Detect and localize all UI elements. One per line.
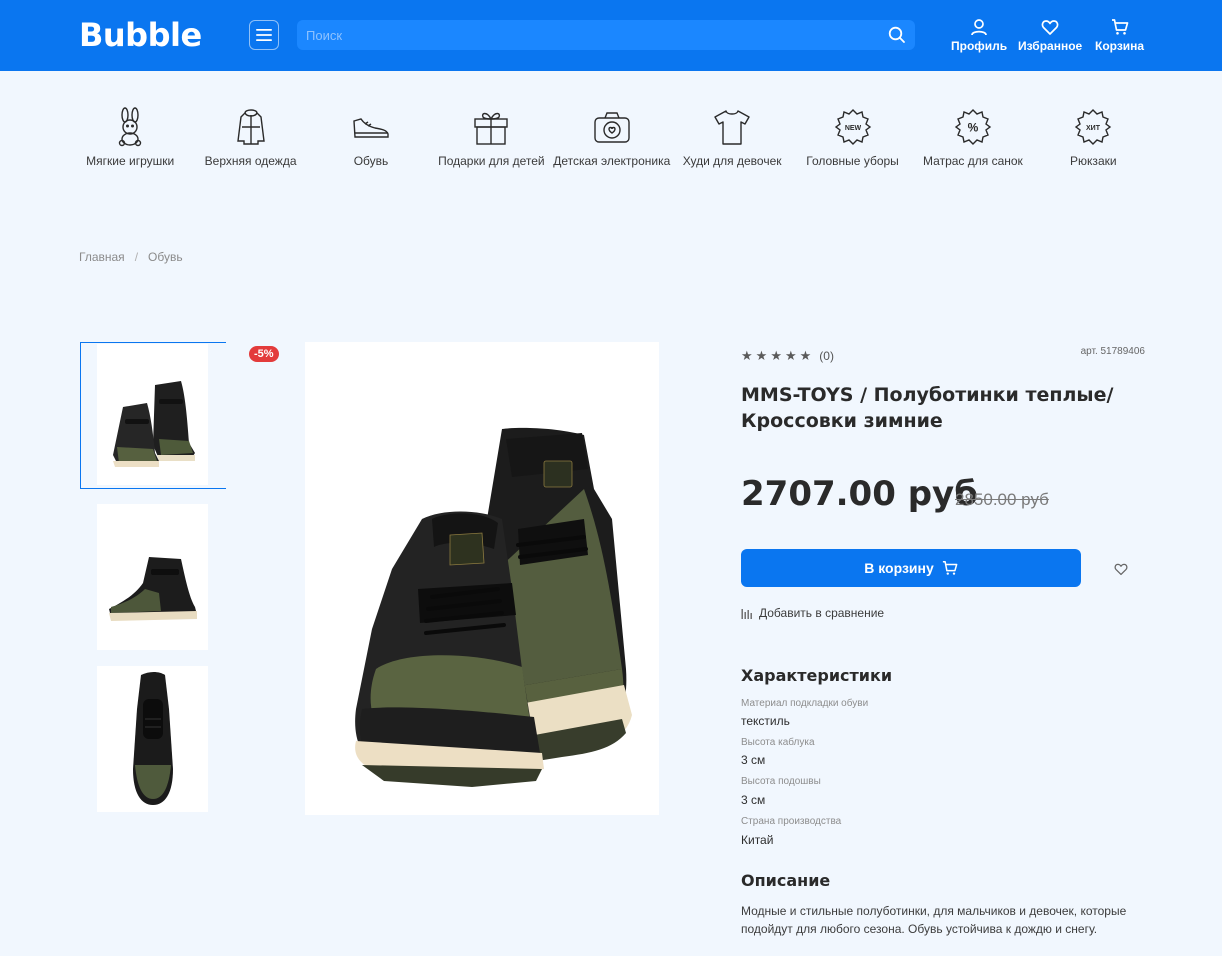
favorites-label: Избранное <box>1018 39 1083 53</box>
shoe-photo-top <box>132 672 173 805</box>
breadcrumb-home[interactable]: Главная <box>79 250 125 264</box>
rating[interactable]: ★ ★ ★ ★ ★ (0) <box>741 348 834 364</box>
profile-label: Профиль <box>951 39 1008 53</box>
svg-text:NEW: NEW <box>844 125 861 132</box>
cart-link[interactable]: Корзина <box>1095 18 1144 53</box>
user-icon <box>971 19 987 36</box>
star-icon: ★ <box>784 348 797 363</box>
search-input[interactable] <box>297 20 877 50</box>
category-outerwear[interactable]: Верхняя одежда <box>190 105 310 168</box>
add-to-cart-label: В корзину <box>864 560 934 576</box>
hit-badge-icon: ХИТ <box>1075 109 1112 145</box>
category-label: Верхняя одежда <box>204 154 297 168</box>
search-bar <box>297 20 915 50</box>
thumbnail-1[interactable] <box>97 344 208 485</box>
category-label: Подарки для детей <box>438 154 545 168</box>
sneaker-icon <box>353 118 389 138</box>
new-badge-icon: NEW <box>834 109 871 145</box>
hamburger-icon <box>256 29 272 41</box>
category-hoodies[interactable]: Худи для девочек <box>672 105 792 168</box>
category-strip: Мягкие игрушки Верхняя одежда Обувь Пода… <box>70 105 1154 168</box>
menu-button[interactable] <box>249 20 279 50</box>
category-gifts[interactable]: Подарки для детей <box>431 105 551 168</box>
category-electronics[interactable]: Детская электроника <box>552 105 672 168</box>
profile-link[interactable]: Профиль <box>951 18 1007 53</box>
star-icon: ★ <box>755 348 768 363</box>
add-to-compare-link[interactable]: Добавить в сравнение <box>741 606 884 620</box>
description-text: Модные и стильные полуботинки, для мальч… <box>741 904 1127 936</box>
star-icon: ★ <box>799 348 812 363</box>
breadcrumb-current: Обувь <box>148 250 183 264</box>
spec-label: Материал подкладки обуви <box>741 698 869 709</box>
compare-chart-icon <box>741 609 752 619</box>
spec-label: Страна производства <box>741 816 842 827</box>
category-label: Матрас для санок <box>923 154 1023 168</box>
gift-icon <box>474 112 509 145</box>
svg-text:ХИТ: ХИТ <box>1086 125 1101 132</box>
rating-count: (0) <box>819 349 834 363</box>
shoe-photo-pair <box>112 380 195 467</box>
favorites-link[interactable]: Избранное <box>1018 18 1082 53</box>
category-hats[interactable]: NEW Головные уборы <box>792 105 912 168</box>
jacket-icon <box>236 109 265 145</box>
product-price: 2707.00 руб <box>741 474 978 514</box>
spec-label: Высота подошвы <box>741 776 821 787</box>
spec-value: Китай <box>741 833 774 847</box>
spec-label: Высота каблука <box>741 737 815 748</box>
thumbnail-3[interactable] <box>97 666 208 812</box>
bunny-icon <box>118 107 142 147</box>
spec-value: 3 см <box>741 753 766 767</box>
breadcrumb: Главная / Обувь <box>79 250 183 264</box>
heart-icon <box>1041 20 1059 35</box>
category-label: Мягкие игрушки <box>86 154 175 168</box>
shoe-photo-side <box>108 557 197 621</box>
category-label: Обувь <box>353 154 389 168</box>
product-title: MMS-TOYS / Полуботинки теплые/ Кроссовки… <box>741 384 1114 432</box>
percent-badge-icon: % <box>954 109 992 145</box>
category-shoes[interactable]: Обувь <box>311 105 431 168</box>
camera-icon <box>594 112 630 143</box>
category-label: Головные уборы <box>806 154 899 168</box>
search-icon[interactable] <box>888 26 906 44</box>
logo[interactable]: Bubble <box>79 16 202 54</box>
star-icon: ★ <box>741 348 753 363</box>
add-to-cart-button[interactable]: В корзину <box>741 549 1081 587</box>
site-header: Bubble Профиль Избранное Корз <box>0 0 1222 71</box>
shoe-photo-main <box>355 427 632 787</box>
spec-value: 3 см <box>741 793 766 807</box>
category-sled-mattress[interactable]: % Матрас для санок <box>913 105 1033 168</box>
thumbnail-2[interactable] <box>97 504 208 650</box>
cart-icon <box>1111 19 1128 35</box>
tshirt-icon <box>714 110 750 145</box>
category-soft-toys[interactable]: Мягкие игрушки <box>70 105 190 168</box>
category-label: Худи для девочек <box>682 154 782 168</box>
heart-icon <box>1114 563 1128 576</box>
breadcrumb-separator: / <box>134 250 139 264</box>
product-main-image[interactable] <box>305 342 659 815</box>
star-icon: ★ <box>770 348 782 363</box>
category-label: Детская электроника <box>553 154 671 168</box>
description-heading: Описание <box>741 871 831 890</box>
product-sku: арт. 51789406 <box>1080 346 1145 357</box>
category-label: Рюкзаки <box>1070 154 1117 168</box>
cart-icon <box>942 561 958 575</box>
cart-label: Корзина <box>1095 39 1145 53</box>
category-backpacks[interactable]: ХИТ Рюкзаки <box>1033 105 1153 168</box>
spec-value: текстиль <box>741 714 790 728</box>
add-to-favorites-button[interactable] <box>1101 550 1141 588</box>
product-old-price: 2850.00 руб <box>955 490 1049 509</box>
compare-label: Добавить в сравнение <box>759 606 885 620</box>
discount-badge: -5% <box>249 346 279 362</box>
svg-text:%: % <box>968 121 979 135</box>
specs-heading: Характеристики <box>741 666 893 685</box>
